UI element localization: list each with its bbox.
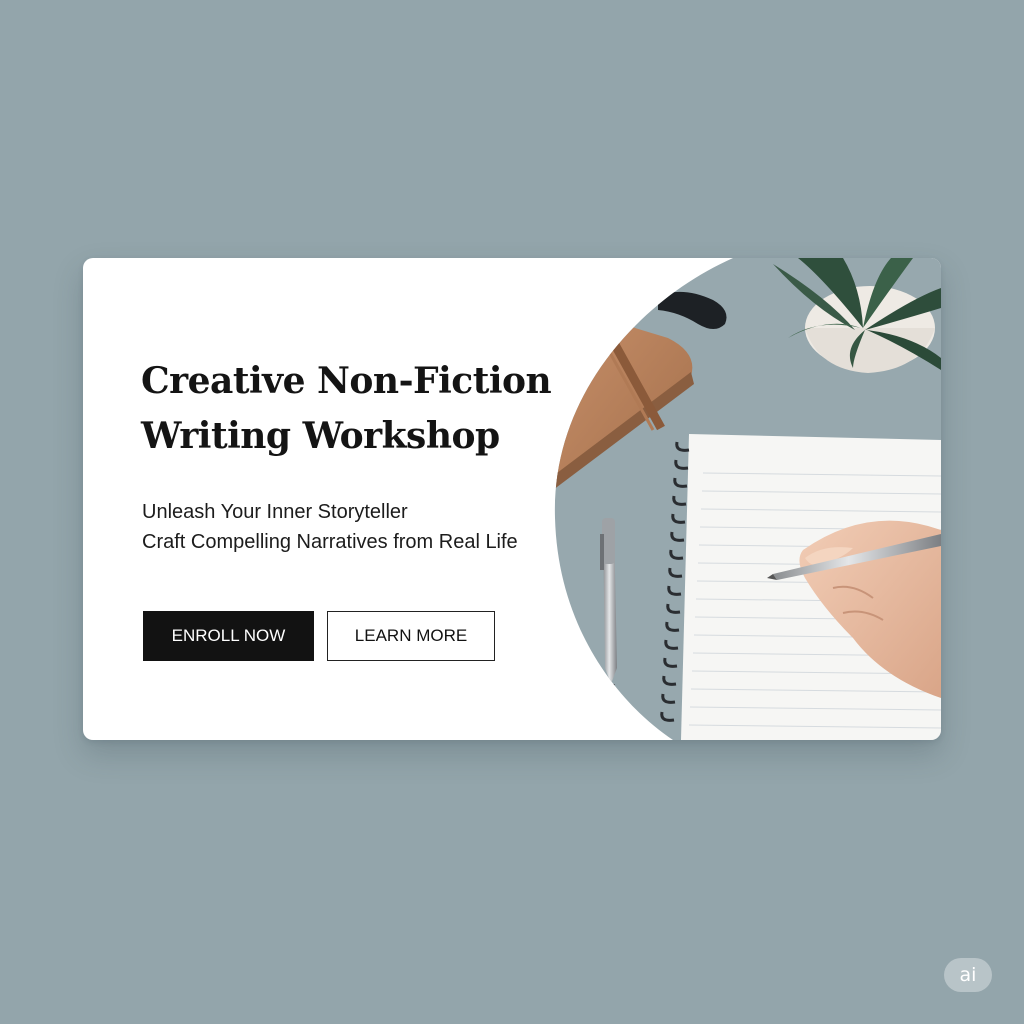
ai-watermark-badge: ai (944, 958, 992, 992)
workshop-banner-card: Creative Non-Fiction Writing Workshop Un… (83, 258, 941, 740)
desk-photo (554, 258, 941, 740)
